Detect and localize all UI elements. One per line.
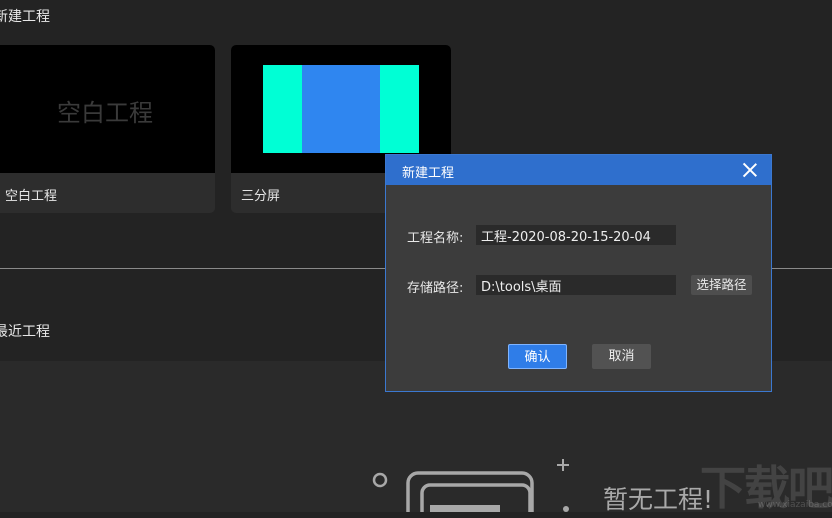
confirm-button[interactable]: 确认 [508, 344, 567, 369]
browse-path-button[interactable]: 选择路径 [691, 275, 752, 295]
dialog-title: 新建工程 [402, 166, 455, 181]
split-panel-center [302, 65, 380, 153]
new-project-heading: 新建工程 [0, 9, 50, 25]
watermark-url: www.xiazaiba.com [758, 500, 832, 510]
template-label-three-split: 三分屏 [241, 189, 281, 204]
split-panel-right [380, 65, 419, 153]
storage-path-label: 存储路径: [407, 281, 464, 296]
close-icon[interactable] [741, 161, 759, 179]
project-name-label: 工程名称: [407, 231, 464, 246]
empty-state-text: 暂无工程! [603, 485, 714, 514]
recent-projects-heading: 最近工程 [0, 324, 50, 340]
cancel-button[interactable]: 取消 [592, 344, 651, 369]
template-card-blank[interactable]: 空白工程 空白工程 [0, 45, 215, 213]
empty-folder-icon [372, 459, 569, 512]
template-label-blank: 空白工程 [5, 189, 58, 204]
split-panel-left [263, 65, 302, 153]
blank-template-preview: 空白工程 [0, 45, 215, 173]
storage-path-input[interactable] [476, 275, 676, 295]
new-project-dialog: 新建工程 工程名称: 存储路径: 选择路径 确认 取消 [385, 154, 772, 392]
dialog-header: 新建工程 [386, 155, 771, 185]
blank-template-preview-text: 空白工程 [57, 99, 153, 127]
project-name-input[interactable] [476, 225, 676, 245]
